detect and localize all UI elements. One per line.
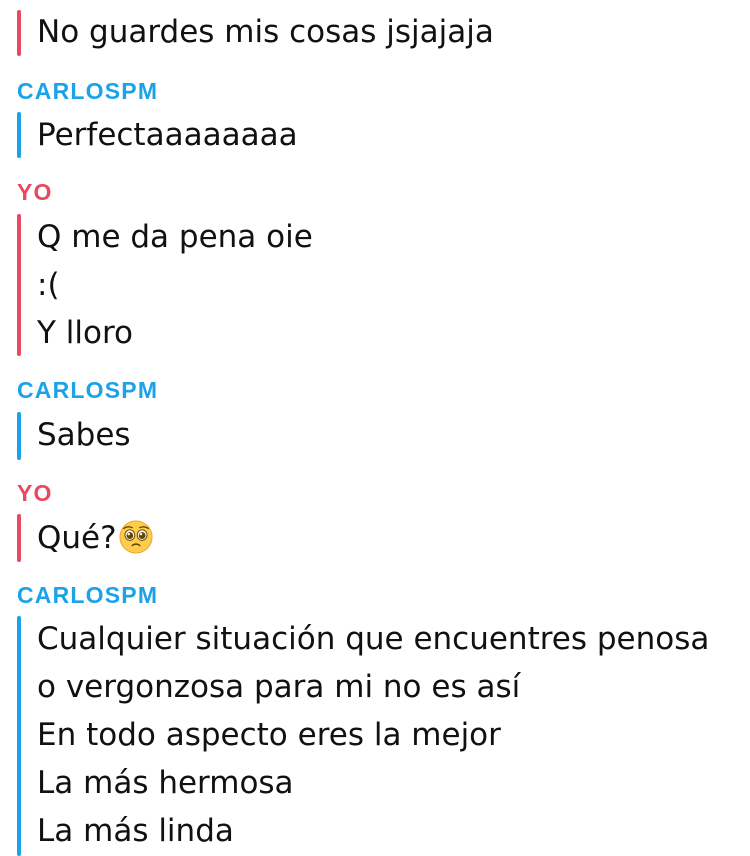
message-carlospm-2[interactable]: Sabes [17, 412, 737, 460]
message-line: No guardes mis cosas jsjajaja [37, 14, 494, 50]
message-line: :( [37, 267, 60, 303]
sender-label: CARLOSPM [17, 78, 159, 104]
message-yo-2[interactable]: Q me da pena oie :( Y lloro [17, 214, 737, 356]
message-line: La más linda [37, 813, 234, 849]
message-line: Qué? [37, 518, 153, 558]
message-line: En todo aspecto eres la mejor [37, 717, 501, 753]
message-yo-3[interactable]: Qué? [17, 514, 737, 562]
message-yo-1[interactable]: No guardes mis cosas jsjajaja [17, 10, 737, 56]
message-bar [17, 514, 21, 562]
message-bar [17, 412, 21, 460]
pleading-face-emoji-icon [119, 520, 153, 554]
sender-label: CARLOSPM [17, 377, 159, 403]
sender-label: YO [17, 480, 53, 506]
message-carlospm-1[interactable]: Perfectaaaaaaaa [17, 112, 737, 158]
sender-label: CARLOSPM [17, 582, 159, 608]
message-line: Y lloro [37, 315, 134, 351]
message-line: Q me da pena oie [37, 219, 313, 255]
message-bar [17, 214, 21, 356]
message-text: Qué? [37, 520, 117, 556]
message-line: La más hermosa [37, 765, 294, 801]
message-bar [17, 616, 21, 856]
message-line: Perfectaaaaaaaa [37, 117, 298, 153]
sender-label: YO [17, 179, 53, 205]
message-bar [17, 112, 21, 158]
message-carlospm-3[interactable]: Cualquier situación que encuentres penos… [17, 616, 737, 856]
message-line: o vergonzosa para mi no es así [37, 669, 521, 705]
message-line: Cualquier situación que encuentres penos… [37, 621, 710, 657]
message-bar [17, 10, 21, 56]
message-line: Sabes [37, 417, 131, 453]
